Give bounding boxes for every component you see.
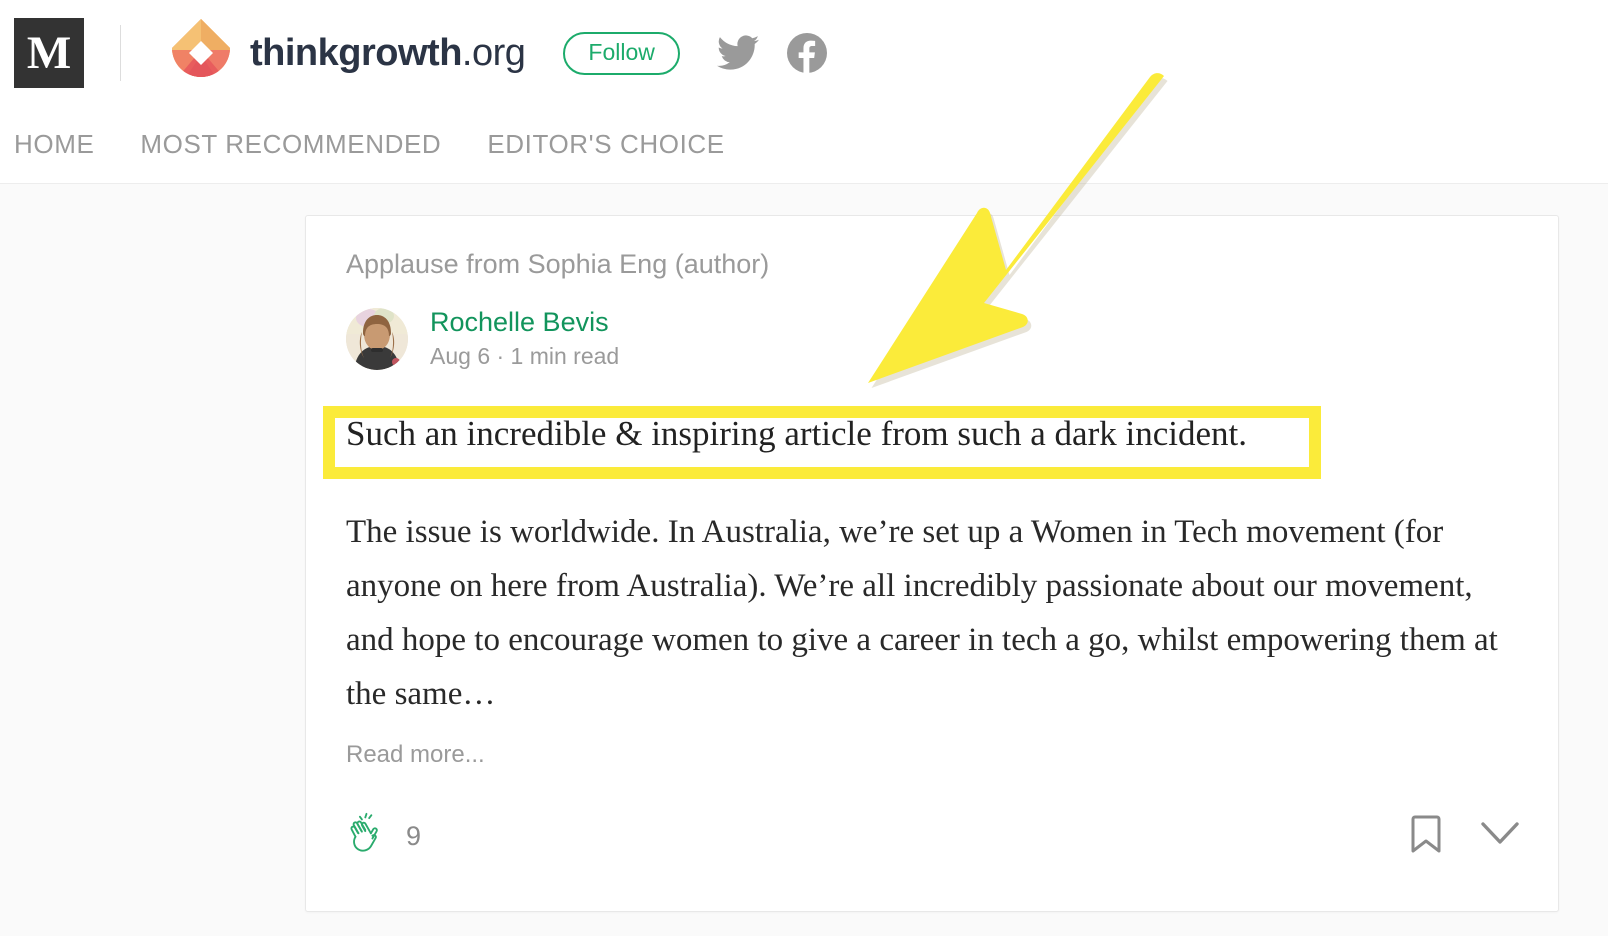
chevron-down-icon[interactable] — [1480, 821, 1520, 852]
read-more-link[interactable]: Read more... — [346, 741, 485, 769]
bookmark-icon[interactable] — [1410, 814, 1442, 859]
social-links — [716, 33, 827, 73]
applause-label: Applause from Sophia Eng (author) — [346, 249, 770, 279]
facebook-icon[interactable] — [786, 33, 827, 73]
publication-name-main: thinkgrowth — [250, 31, 462, 74]
post-meta: Aug 6 · 1 min read — [430, 343, 620, 370]
publication-name-tld: .org — [461, 31, 526, 74]
twitter-icon[interactable] — [716, 35, 759, 71]
card-footer: 9 — [346, 806, 1520, 866]
page-body: Applause from Sophia Eng (author) Rochel… — [0, 184, 1608, 936]
author-name[interactable]: Rochelle Bevis — [430, 307, 619, 338]
medium-m-glyph: M — [26, 26, 72, 79]
publication-name[interactable]: thinkgrowth.org — [250, 31, 526, 75]
nav-item-most-recommended[interactable]: MOST RECOMMENDED — [140, 129, 441, 160]
publication-nav: HOME MOST RECOMMENDED EDITOR'S CHOICE — [0, 106, 1608, 184]
follow-button[interactable]: Follow — [563, 31, 680, 75]
post-title[interactable]: Such an incredible & inspiring article f… — [346, 412, 1526, 456]
clap-group[interactable]: 9 — [346, 812, 421, 861]
clap-count: 9 — [406, 820, 422, 851]
post-card[interactable]: Applause from Sophia Eng (author) Rochel… — [305, 215, 1559, 912]
avatar[interactable] — [346, 307, 408, 370]
byline-text: Rochelle Bevis Aug 6 · 1 min read — [430, 307, 619, 370]
post-excerpt: The issue is worldwide. In Australia, we… — [346, 514, 1498, 712]
post-byline: Rochelle Bevis Aug 6 · 1 min read — [346, 307, 619, 370]
nav-item-editors-choice[interactable]: EDITOR'S CHOICE — [487, 129, 724, 160]
header-divider — [120, 25, 121, 81]
site-masthead: M thinkgrowth.org Follow — [0, 0, 1608, 106]
card-footer-actions — [1410, 814, 1520, 859]
thinkgrowth-diamond-logo-icon[interactable] — [168, 17, 234, 89]
medium-logo[interactable]: M — [14, 18, 84, 88]
clap-icon[interactable] — [346, 812, 390, 861]
nav-item-home[interactable]: HOME — [14, 129, 94, 160]
